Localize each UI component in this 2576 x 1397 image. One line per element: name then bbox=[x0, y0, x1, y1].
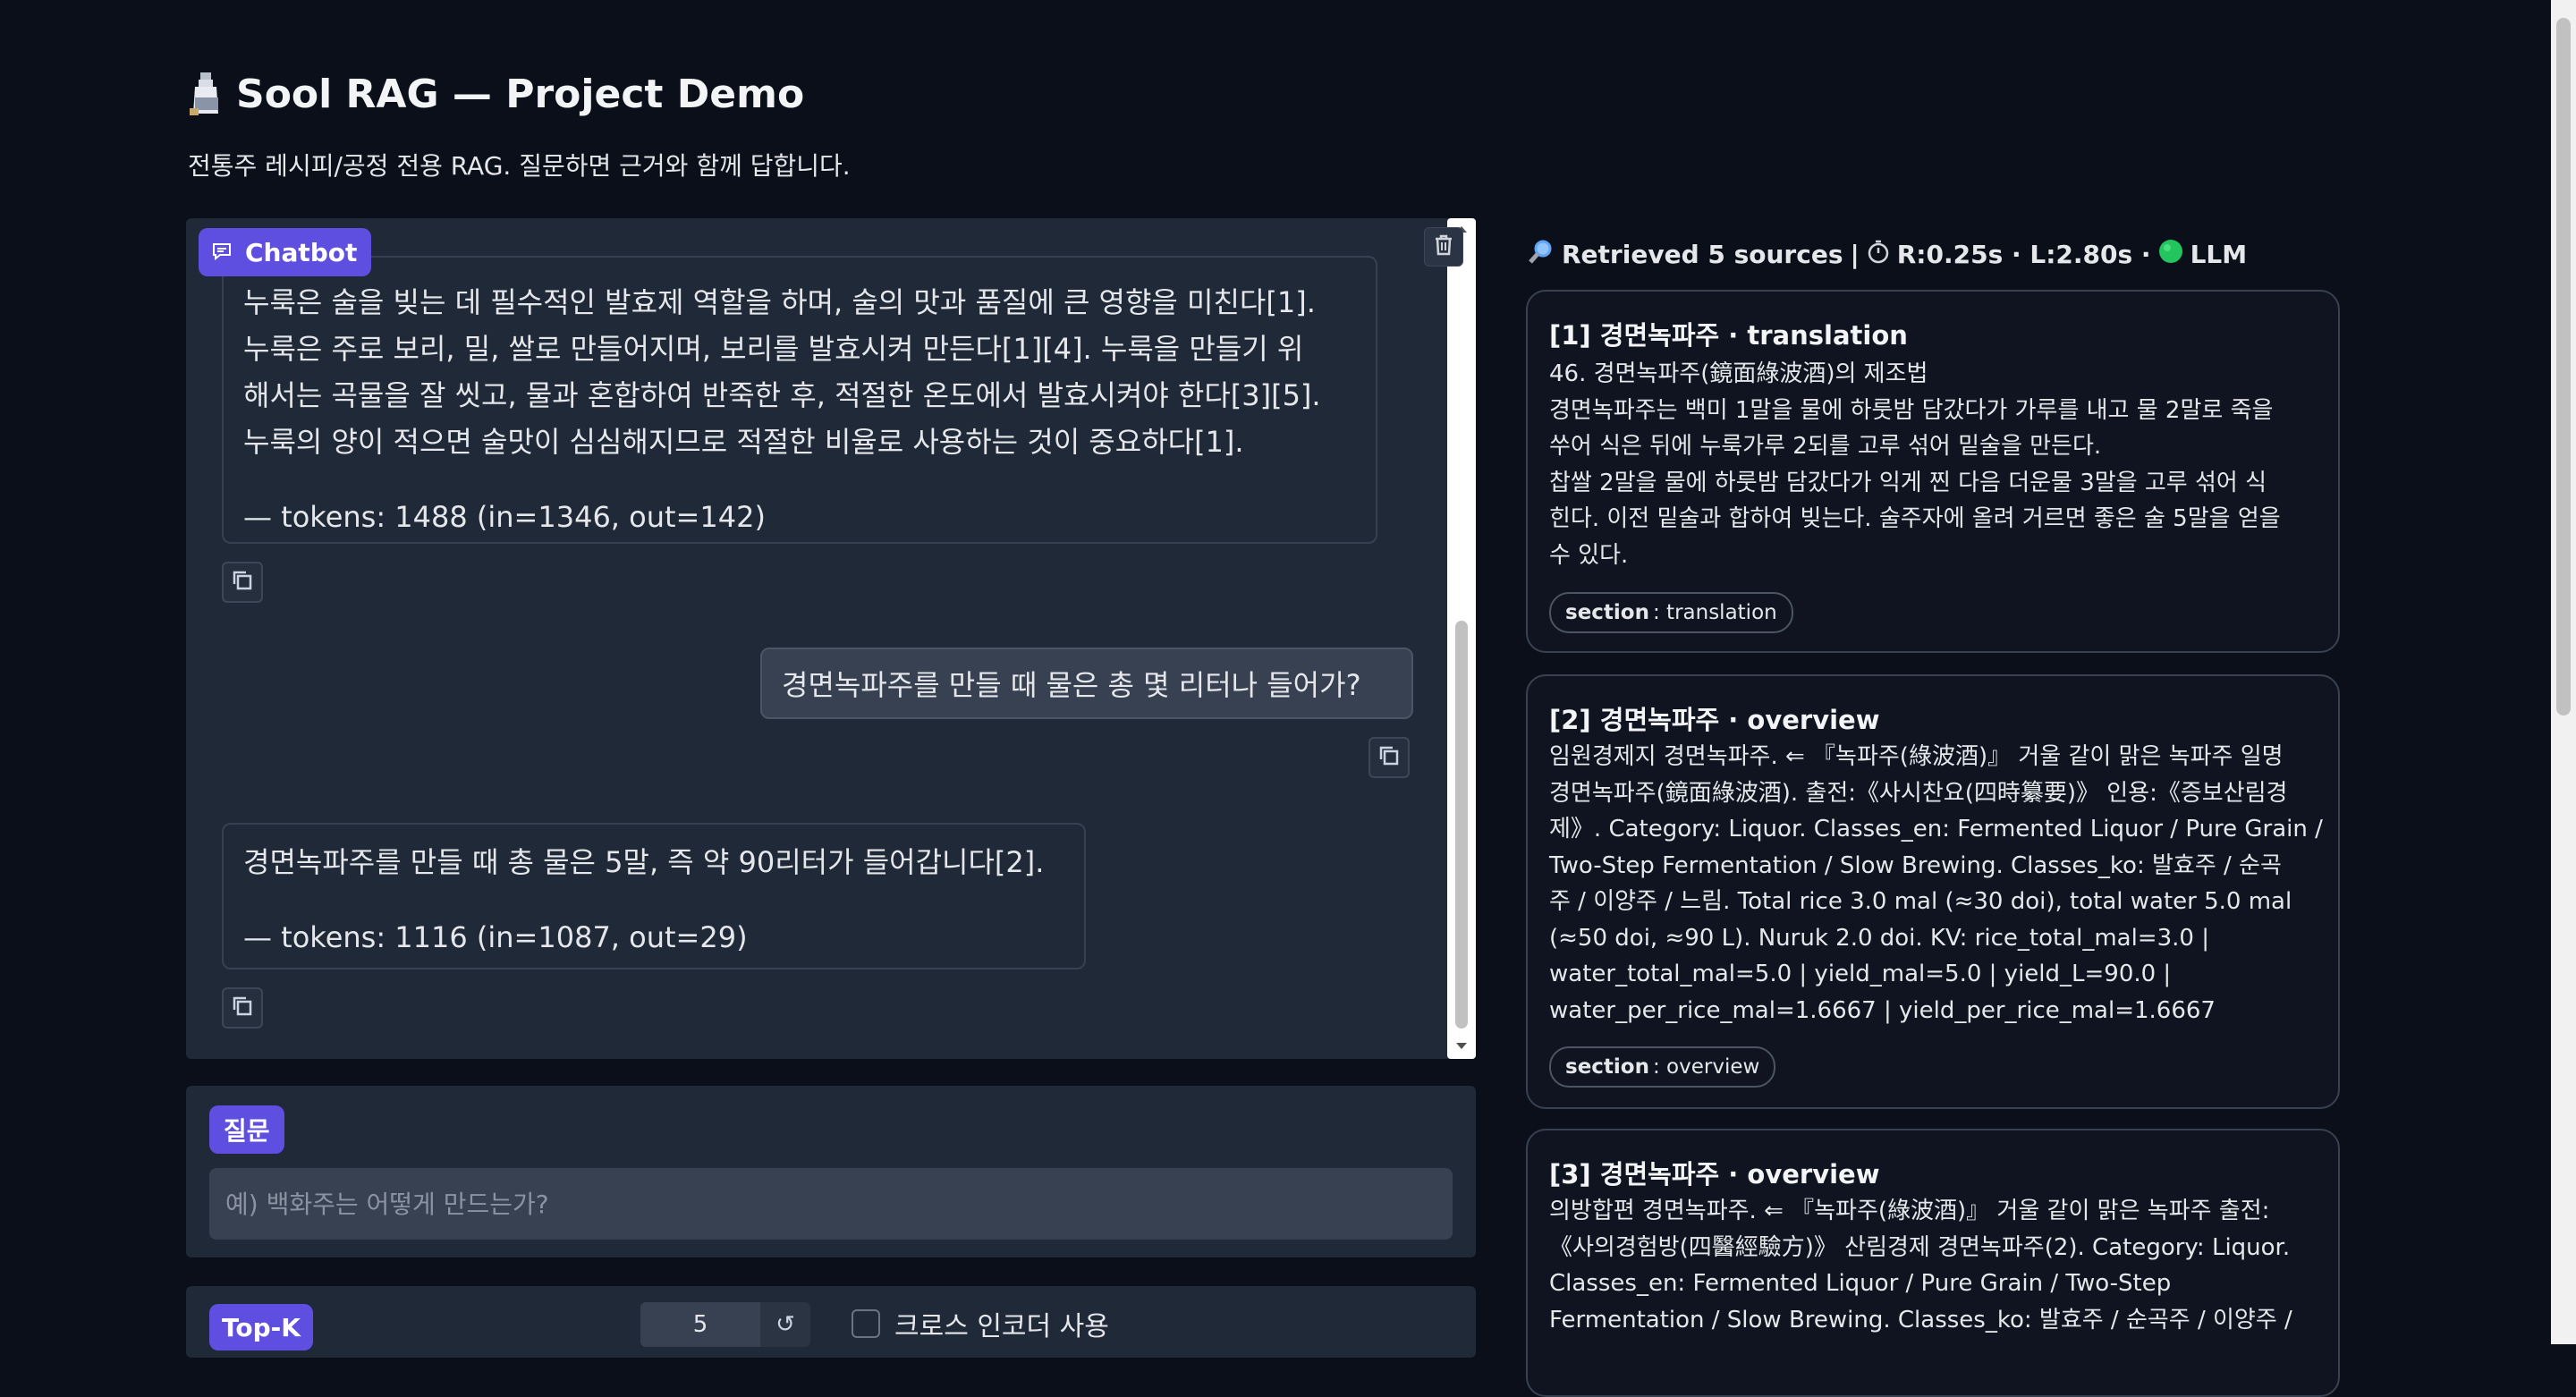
copy-button[interactable] bbox=[1368, 737, 1410, 778]
message-line: 누룩의 양이 적으면 술맛이 심심해지므로 적절한 비율로 사용하는 것이 중요… bbox=[243, 425, 1244, 459]
topk-input[interactable] bbox=[640, 1302, 760, 1347]
sources-count: Retrieved 5 sources bbox=[1562, 239, 1843, 269]
source-line: Two-Step Fermentation / Slow Brewing. Cl… bbox=[1549, 851, 2282, 879]
token-count: — tokens: 1488 (in=1346, out=142) bbox=[243, 500, 766, 534]
source-line: 제》. Category: Liquor. Classes_en: Fermen… bbox=[1549, 816, 2323, 842]
source-line: 《사의경험방(四醫經驗方)》 산림경제 경면녹파주(2). Category: … bbox=[1549, 1233, 2291, 1261]
clear-chat-button[interactable] bbox=[1424, 227, 1463, 267]
stopwatch-icon bbox=[1867, 239, 1890, 270]
timing-info: R:0.25s · L:2.80s · bbox=[1896, 239, 2151, 269]
source-line: water_per_rice_mal=1.6667 | yield_per_ri… bbox=[1549, 996, 2216, 1024]
source-line: 경면녹파주(鏡面綠波酒). 출전:《사시찬요(四時纂要)》 인용:《증보산림경 bbox=[1549, 779, 2288, 807]
page-title: Sool RAG — Project Demo bbox=[188, 66, 804, 122]
bottle-icon bbox=[188, 71, 224, 117]
message-line: 경면녹파주를 만들 때 총 물은 5말, 즉 약 90리터가 들어갑니다[2]. bbox=[243, 845, 1045, 879]
llm-label: LLM bbox=[2190, 239, 2248, 269]
sources-header: Retrieved 5 sources | R:0.25s · L:2.80s … bbox=[1528, 234, 2247, 274]
page-scrollbar-thumb[interactable] bbox=[2556, 18, 2571, 715]
llm-status-icon bbox=[2158, 239, 2183, 270]
source-line: 의방합편 경면녹파주. ⇐ 『녹파주(綠波酒)』 거울 같이 맑은 녹파주 출전… bbox=[1549, 1198, 2270, 1224]
source-line: 쑤어 식은 뒤에 누룩가루 2되를 고루 섞어 밑술을 만든다. bbox=[1549, 433, 2102, 460]
chat-bubble-icon bbox=[211, 238, 233, 267]
source-line: 경면녹파주는 백미 1말을 물에 하룻밤 담갔다가 가루를 내고 물 2말로 죽… bbox=[1549, 396, 2274, 424]
scroll-down-icon[interactable] bbox=[1454, 1041, 1469, 1052]
question-input[interactable] bbox=[209, 1168, 1453, 1240]
magnifier-icon bbox=[1528, 238, 1555, 271]
source-line: water_total_mal=5.0 | yield_mal=5.0 | yi… bbox=[1549, 961, 2172, 987]
section-chip: section: overview bbox=[1549, 1046, 1776, 1088]
source-card: [3] 경면녹파주 · overview 의방합편 경면녹파주. ⇐ 『녹파주(… bbox=[1526, 1129, 2340, 1397]
copy-button[interactable] bbox=[222, 987, 263, 1029]
chat-scrollbar-thumb[interactable] bbox=[1455, 621, 1468, 1029]
trash-icon bbox=[1433, 233, 1454, 260]
message-line: 누룩은 주로 보리, 밀, 쌀로 만들어지며, 보리를 발효시켜 만든다[1][… bbox=[243, 332, 1304, 366]
source-title: [1] 경면녹파주 · translation bbox=[1549, 320, 1908, 351]
chip-value: : overview bbox=[1652, 1055, 1760, 1079]
source-line: 주 / 이양주 / 느림. Total rice 3.0 mal (≈30 do… bbox=[1549, 888, 2292, 915]
source-title: [2] 경면녹파주 · overview bbox=[1549, 705, 1880, 735]
message-line: 해서는 곡물을 잘 씻고, 물과 혼합하여 반죽한 후, 적절한 온도에서 발효… bbox=[243, 378, 1321, 412]
copy-icon bbox=[231, 995, 254, 1021]
cross-encoder-checkbox[interactable] bbox=[852, 1309, 880, 1338]
source-text: 46. 경면녹파주(鏡面綠波酒)의 제조법 경면녹파주는 백미 1말을 물에 하… bbox=[1549, 356, 2281, 573]
copy-icon bbox=[231, 569, 254, 596]
source-line: 힌다. 이전 밑술과 합하여 빚는다. 술주자에 올려 거르면 좋은 술 5말을… bbox=[1549, 505, 2281, 532]
source-line: Classes_en: Fermented Liquor / Pure Grai… bbox=[1549, 1270, 2172, 1297]
source-line: 찹쌀 2말을 물에 하룻밤 담갔다가 익게 찐 다음 더운물 3말을 고루 섞어… bbox=[1549, 469, 2267, 496]
source-line: (≈50 doi, ≈90 L). Nuruk 2.0 doi. KV: ric… bbox=[1549, 924, 2209, 952]
chip-value: : translation bbox=[1652, 601, 1777, 624]
chip-key: section bbox=[1565, 601, 1649, 624]
page-subtitle: 전통주 레시피/공정 전용 RAG. 질문하면 근거와 함께 답합니다. bbox=[188, 151, 851, 181]
question-label: 질문 bbox=[209, 1105, 284, 1154]
source-title: [3] 경면녹파주 · overview bbox=[1549, 1159, 1880, 1190]
source-line: 수 있다. bbox=[1549, 541, 1629, 569]
copy-button[interactable] bbox=[222, 562, 263, 603]
section-chip: section: translation bbox=[1549, 592, 1793, 633]
reset-icon: ↺ bbox=[775, 1311, 795, 1338]
assistant-message: 경면녹파주를 만들 때 총 물은 5말, 즉 약 90리터가 들어갑니다[2].… bbox=[222, 823, 1086, 969]
source-line: Fermentation / Slow Brewing. Classes_ko:… bbox=[1549, 1306, 2292, 1334]
token-count: — tokens: 1116 (in=1087, out=29) bbox=[243, 920, 748, 954]
source-line: 46. 경면녹파주(鏡面綠波酒)의 제조법 bbox=[1549, 360, 1928, 387]
source-card: [1] 경면녹파주 · translation 46. 경면녹파주(鏡面綠波酒)… bbox=[1526, 290, 2340, 653]
assistant-message: 누룩은 술을 빚는 데 필수적인 발효제 역할을 하며, 술의 맛과 품질에 큰… bbox=[222, 256, 1377, 544]
chip-key: section bbox=[1565, 1055, 1649, 1079]
topk-panel bbox=[186, 1286, 1476, 1358]
chatbot-label-text: Chatbot bbox=[245, 237, 358, 267]
source-line: 임원경제지 경면녹파주. ⇐ 『녹파주(綠波酒)』 거울 같이 맑은 녹파주 일… bbox=[1549, 743, 2284, 770]
message-text: 누룩은 술을 빚는 데 필수적인 발효제 역할을 하며, 술의 맛과 품질에 큰… bbox=[243, 279, 1321, 465]
user-message: 경면녹파주를 만들 때 물은 총 몇 리터나 들어가? bbox=[760, 648, 1413, 719]
user-message-text: 경면녹파주를 만들 때 물은 총 몇 리터나 들어가? bbox=[782, 668, 1361, 702]
topk-label: Top-K bbox=[209, 1304, 313, 1350]
cross-encoder-label: 크로스 인코더 사용 bbox=[894, 1311, 1109, 1342]
copy-icon bbox=[1377, 744, 1401, 771]
chatbot-label: Chatbot bbox=[199, 228, 372, 276]
source-text: 임원경제지 경면녹파주. ⇐ 『녹파주(綠波酒)』 거울 같이 맑은 녹파주 일… bbox=[1549, 739, 2323, 1029]
source-text: 의방합편 경면녹파주. ⇐ 『녹파주(綠波酒)』 거울 같이 맑은 녹파주 출전… bbox=[1549, 1193, 2292, 1338]
source-card: [2] 경면녹파주 · overview 임원경제지 경면녹파주. ⇐ 『녹파주… bbox=[1526, 674, 2340, 1109]
page-title-text: Sool RAG — Project Demo bbox=[236, 71, 805, 117]
reset-button[interactable]: ↺ bbox=[760, 1302, 810, 1347]
header-separator: | bbox=[1850, 239, 1860, 269]
message-line: 누룩은 술을 빚는 데 필수적인 발효제 역할을 하며, 술의 맛과 품질에 큰… bbox=[243, 285, 1316, 319]
